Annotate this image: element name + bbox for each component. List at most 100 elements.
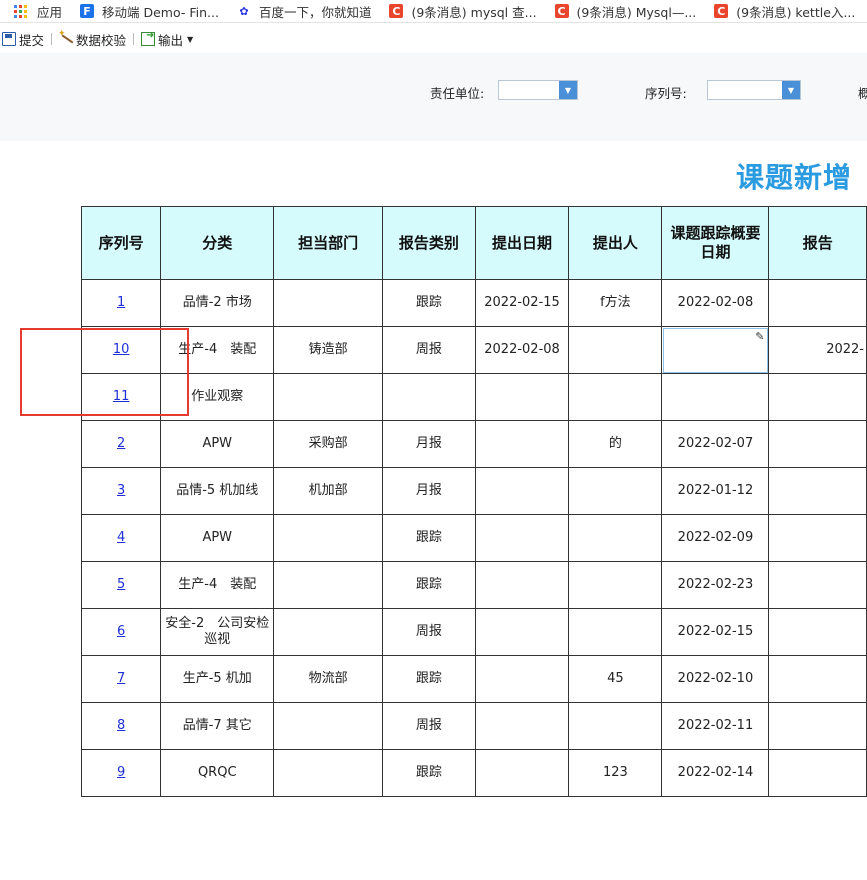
table-cell: 跟踪 (382, 655, 476, 703)
apps-grid-icon (14, 4, 27, 18)
table-header-row: 序列号 分类 担当部门 报告类别 提出日期 提出人 课题跟踪概要日期 报告 (80, 206, 867, 280)
table-cell (474, 608, 570, 656)
bookmark-fine-demo[interactable]: F 移动端 Demo- Fin... (80, 2, 219, 21)
serial-link[interactable]: 1 (117, 295, 125, 310)
save-icon (2, 32, 16, 46)
magic-wand-icon (58, 29, 73, 46)
table-cell (474, 420, 570, 468)
column-header: 担当部门 (273, 206, 384, 280)
table-cell (474, 702, 570, 750)
table-cell (768, 655, 867, 703)
table-cell: 生产-4 装配 (160, 326, 275, 374)
report-toolbar: 提交 数据校验 输出 ▼ (0, 27, 867, 51)
table-row: 10 生产-4 装配 铸造部 周报 2022-02-08 ✎ 2022- (80, 326, 867, 374)
responsible-unit-select[interactable]: ▼ (498, 80, 578, 100)
serial-cell: 5 (80, 561, 162, 609)
bookmark-csdn-2[interactable]: C (9条消息) Mysql—... (554, 2, 696, 21)
table-cell (768, 749, 867, 797)
serial-cell: 11 (80, 373, 162, 421)
table-cell: 跟踪 (382, 514, 476, 562)
table-cell: 采购部 (273, 420, 384, 468)
table-cell: 2022-02-07 (661, 420, 770, 468)
table-row: 4 APW 跟踪 2022-02-09 (80, 514, 867, 562)
table-cell (768, 420, 867, 468)
serial-link[interactable]: 7 (117, 671, 125, 686)
serial-link[interactable]: 11 (113, 389, 130, 404)
bookmark-csdn-1[interactable]: C (9条消息) mysql 查... (389, 2, 537, 21)
table-cell (568, 561, 663, 609)
table-cell (474, 561, 570, 609)
validate-button[interactable]: 数据校验 (58, 29, 126, 49)
active-edit-cell[interactable]: ✎ (661, 326, 770, 374)
export-button[interactable]: 输出 ▼ (141, 30, 193, 49)
table-cell (568, 608, 663, 656)
table-cell: 的 (568, 420, 663, 468)
overflow-filter-label: 概 (858, 86, 867, 101)
serial-cell: 6 (80, 608, 162, 656)
responsible-unit-label: 责任单位: (430, 86, 485, 101)
table-cell: 跟踪 (382, 279, 476, 327)
table-cell: 品情-2 市场 (160, 279, 275, 327)
table-cell (474, 655, 570, 703)
table-cell (568, 373, 663, 421)
serial-link[interactable]: 10 (113, 342, 130, 357)
serial-cell: 4 (80, 514, 162, 562)
table-cell (568, 326, 663, 374)
table-cell (273, 514, 384, 562)
serial-label: 序列号: (645, 86, 687, 101)
column-header: 提出日期 (474, 206, 570, 280)
serial-cell: 8 (80, 702, 162, 750)
fine-icon: F (80, 4, 95, 18)
serial-link[interactable]: 3 (117, 483, 125, 498)
table-cell: 生产-5 机加 (160, 655, 275, 703)
serial-link[interactable]: 4 (117, 530, 125, 545)
table-cell (768, 373, 867, 421)
serial-cell: 9 (80, 749, 162, 797)
report-title: 课题新增 (736, 161, 853, 194)
table-cell: 2022-02-11 (661, 702, 770, 750)
serial-select[interactable]: ▼ (707, 80, 801, 100)
table-cell (474, 373, 570, 421)
table-cell (382, 373, 476, 421)
table-cell (768, 467, 867, 515)
report-table: 序列号 分类 担当部门 报告类别 提出日期 提出人 课题跟踪概要日期 报告 1 … (80, 206, 867, 797)
table-cell (273, 608, 384, 656)
table-cell: 2022-02-09 (661, 514, 770, 562)
table-cell: 铸造部 (273, 326, 384, 374)
bookmark-csdn-3[interactable]: C (9条消息) kettle入... (714, 2, 855, 21)
chevron-down-icon[interactable]: ▼ (782, 81, 800, 99)
serial-link[interactable]: 8 (117, 718, 125, 733)
bookmark-apps[interactable]: 应用 (0, 2, 62, 21)
table-cell (768, 561, 867, 609)
serial-link[interactable]: 6 (117, 624, 125, 639)
table-cell: 2022-02-15 (474, 279, 570, 327)
table-cell (273, 279, 384, 327)
serial-cell: 2 (80, 420, 162, 468)
serial-cell: 3 (80, 467, 162, 515)
serial-link[interactable]: 9 (117, 765, 125, 780)
csdn-icon: C (554, 4, 569, 18)
table-cell (661, 373, 770, 421)
table-row: 9 QRQC 跟踪 123 2022-02-14 (80, 749, 867, 797)
export-icon (141, 30, 156, 46)
serial-link[interactable]: 5 (117, 577, 125, 592)
table-cell: 123 (568, 749, 663, 797)
table-cell (474, 467, 570, 515)
table-cell: 月报 (382, 420, 476, 468)
submit-button[interactable]: 提交 (2, 30, 44, 49)
serial-link[interactable]: 2 (117, 436, 125, 451)
bookmark-baidu[interactable]: ✿ 百度一下，你就知道 (237, 2, 371, 21)
table-row: 5 生产-4 装配 跟踪 2022-02-23 (80, 561, 867, 609)
table-cell: 品情-5 机加线 (160, 467, 275, 515)
table-cell: 品情-7 其它 (160, 702, 275, 750)
column-header: 课题跟踪概要日期 (661, 206, 770, 280)
table-row: 1 品情-2 市场 跟踪 2022-02-15 f方法 2022-02-08 (80, 279, 867, 327)
table-cell (273, 749, 384, 797)
table-cell (768, 702, 867, 750)
chevron-down-icon[interactable]: ▼ (559, 81, 577, 99)
pencil-icon: ✎ (755, 330, 765, 343)
table-row: 11 作业观察 (80, 373, 867, 421)
table-cell: 安全-2 公司安检巡视 (160, 608, 275, 656)
table-cell: 2022- (768, 326, 867, 374)
csdn-icon: C (714, 4, 729, 18)
